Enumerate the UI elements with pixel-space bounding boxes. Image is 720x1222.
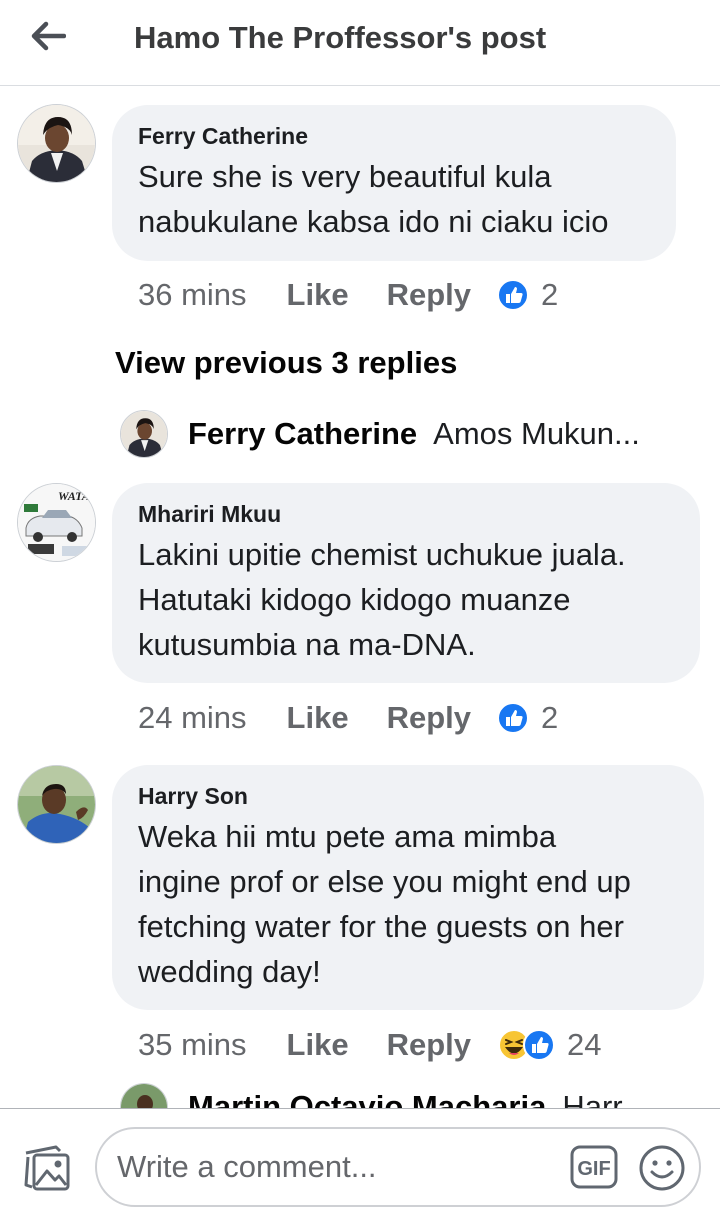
- view-previous-replies-link[interactable]: View previous 3 replies: [115, 345, 457, 381]
- avatar[interactable]: [120, 410, 168, 458]
- comments-feed[interactable]: Ferry Catherine Sure she is very beautif…: [0, 87, 720, 1108]
- comment-text: Lakini upitie chemist uchukue juala.: [138, 537, 626, 572]
- top-bar: Hamo The Proffessor's post: [0, 0, 720, 86]
- comment-bubble: Mhariri Mkuu Lakini upitie chemist uchuk…: [112, 483, 700, 683]
- comment-text: Weka hii mtu pete ama mimba: [138, 819, 557, 854]
- reply-button[interactable]: Reply: [387, 277, 471, 313]
- reactions-summary[interactable]: 2: [497, 700, 558, 736]
- comment-text: Hatutaki kidogo kidogo muanze: [138, 582, 571, 617]
- gif-button[interactable]: GIF: [569, 1144, 619, 1190]
- reply-preview[interactable]: Ferry Catherine Amos Mukun...: [120, 409, 640, 459]
- reply-text: Harr: [562, 1089, 623, 1108]
- comment-timestamp[interactable]: 36 mins: [138, 277, 247, 313]
- avatar[interactable]: [120, 1083, 168, 1108]
- comment-text: fetching water for the guests on her: [138, 909, 624, 944]
- like-button[interactable]: Like: [287, 700, 349, 736]
- reply-author[interactable]: Martin Octavio Macharia: [188, 1089, 546, 1108]
- avatar-logo-text: WATAM: [58, 489, 96, 503]
- arrow-left-icon: [31, 21, 66, 51]
- comment-timestamp[interactable]: 24 mins: [138, 700, 247, 736]
- reaction-count: 24: [567, 1027, 602, 1062]
- like-reaction-icon: [497, 702, 529, 734]
- comment-text: ingine prof or else you might end up: [138, 864, 631, 899]
- reply-button[interactable]: Reply: [387, 1027, 471, 1063]
- comment-actions: 35 mins Like Reply 24: [138, 1025, 601, 1065]
- comment-actions: 24 mins Like Reply 2: [138, 698, 558, 738]
- comment-text: Sure she is very beautiful kula: [138, 159, 552, 194]
- comment-text: kutusumbia na ma-DNA.: [138, 627, 476, 662]
- comment-bubble: Ferry Catherine Sure she is very beautif…: [112, 105, 676, 261]
- emoji-button[interactable]: [637, 1143, 687, 1193]
- comment-bubble: Harry Son Weka hii mtu pete ama mimba in…: [112, 765, 704, 1010]
- reply-preview[interactable]: Martin Octavio Macharia Harr: [120, 1082, 623, 1108]
- photo-button[interactable]: [20, 1141, 74, 1195]
- avatar[interactable]: WATAM: [17, 483, 96, 562]
- like-reaction-icon: [523, 1029, 555, 1061]
- reactions-summary[interactable]: 24: [497, 1027, 601, 1063]
- reply-text: Amos Mukun...: [433, 416, 640, 451]
- comment-text: wedding day!: [138, 954, 321, 989]
- comment-field-container[interactable]: GIF: [95, 1127, 701, 1207]
- like-button[interactable]: Like: [287, 1027, 349, 1063]
- avatar[interactable]: [17, 104, 96, 183]
- comment-author[interactable]: Mhariri Mkuu: [138, 501, 674, 528]
- back-button[interactable]: [20, 14, 76, 58]
- comment-input[interactable]: [117, 1147, 547, 1187]
- page-title: Hamo The Proffessor's post: [134, 20, 547, 55]
- comment-text: nabukulane kabsa ido ni ciaku icio: [138, 204, 609, 239]
- reply-author[interactable]: Ferry Catherine: [188, 416, 417, 452]
- reaction-count: 2: [541, 700, 559, 735]
- comment-composer: GIF: [0, 1108, 720, 1222]
- reaction-count: 2: [541, 277, 559, 312]
- like-reaction-icon: [497, 279, 529, 311]
- smiley-icon: [639, 1145, 685, 1191]
- like-button[interactable]: Like: [287, 277, 349, 313]
- comment-timestamp[interactable]: 35 mins: [138, 1027, 247, 1063]
- reply-button[interactable]: Reply: [387, 700, 471, 736]
- comment-actions: 36 mins Like Reply 2: [138, 275, 558, 315]
- comment-author[interactable]: Harry Son: [138, 783, 678, 810]
- comment-author[interactable]: Ferry Catherine: [138, 123, 650, 150]
- photo-icon: [24, 1145, 70, 1191]
- reactions-summary[interactable]: 2: [497, 277, 558, 313]
- avatar[interactable]: [17, 765, 96, 844]
- gif-label: GIF: [577, 1158, 610, 1180]
